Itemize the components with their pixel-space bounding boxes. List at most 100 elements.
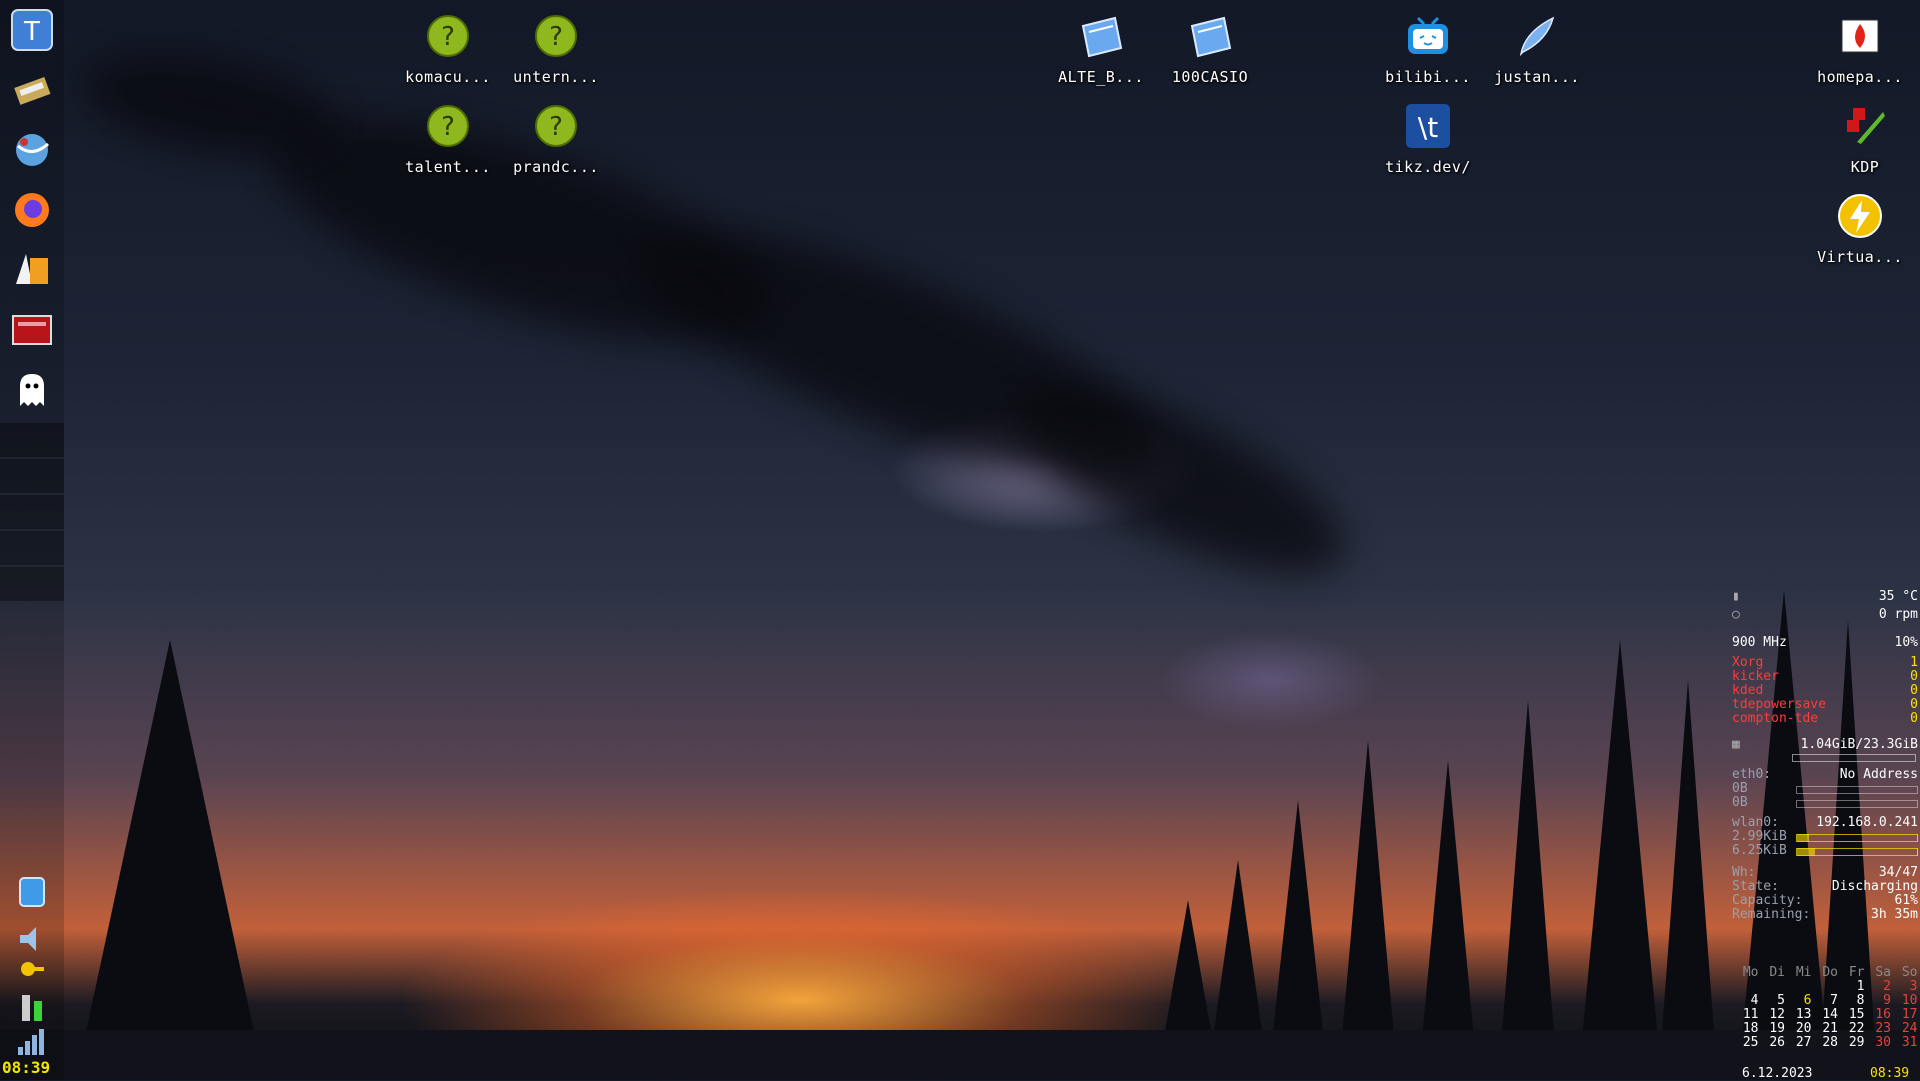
process-row: kded 0 [1732, 683, 1918, 698]
desktop-icon-label: untern... [513, 68, 599, 86]
panel-clock[interactable]: 08:39 [2, 1058, 50, 1077]
cpu-load: 10% [1894, 635, 1918, 650]
folder-icon [1184, 10, 1236, 62]
trash-icon[interactable] [8, 866, 56, 914]
desktop-icon-label: prandc... [513, 158, 599, 176]
eth0-label: eth0: [1732, 767, 1772, 782]
pager-desktop-5[interactable] [0, 566, 64, 601]
fan-row: ○ 0 rpm [1732, 608, 1918, 622]
desktop-icon-label: KDP [1850, 158, 1880, 176]
calendar-week: 11 12 13 14 15 16 17 [1742, 1007, 1918, 1022]
svg-text:?: ? [549, 22, 563, 52]
desktop-icon-label: ALTE_B... [1058, 68, 1144, 86]
temperature-value: 35 °C [1878, 589, 1918, 604]
cpu-frequency: 900 MHz [1732, 635, 1787, 650]
battery-remaining-row: Remaining: 3h 35m [1732, 907, 1918, 922]
svg-text:T: T [23, 17, 40, 47]
wlan0-label: wlan0: [1732, 815, 1779, 830]
thermometer-icon: ▮ [1732, 589, 1740, 604]
current-time: 08:39 [1870, 1066, 1910, 1081]
memory-value: 1.04GiB/23.3GiB [1800, 737, 1918, 752]
memory-row: ▦ 1.04GiB/23.3GiB [1732, 738, 1918, 752]
tde-menu-icon[interactable]: T [8, 6, 56, 54]
wlan0-up-row: 2.99KiB [1732, 830, 1918, 844]
eth0-down-row: 0B [1732, 796, 1918, 810]
pager-desktop-2[interactable] [0, 458, 64, 493]
tree-silhouettes [0, 460, 1920, 1080]
desktop-icon-tikz[interactable]: \t tikz.dev/ [1378, 100, 1478, 176]
wlan0-down-row: 6.25KiB [1732, 844, 1918, 858]
battery-capacity-row: Capacity: 61% [1732, 893, 1918, 908]
battery-icon[interactable] [8, 990, 56, 1024]
desktop-icon-homepage[interactable]: homepa... [1810, 10, 1910, 86]
battery-state-row: State: Discharging [1732, 879, 1918, 894]
desktop-icon-komacu[interactable]: ? komacu... [398, 10, 498, 86]
svg-text:?: ? [441, 112, 455, 142]
tikz-icon: \t [1402, 100, 1454, 152]
desktop-icon-prandc[interactable]: ? prandc... [506, 100, 606, 176]
pager-desktop-3[interactable] [0, 494, 64, 529]
pager-desktop-4[interactable] [0, 530, 64, 565]
office-icon[interactable] [8, 246, 56, 294]
desktop-icon-label: bilibi... [1385, 68, 1471, 86]
network-signal-icon[interactable] [8, 1024, 56, 1058]
desktop-icon-alte-b[interactable]: ALTE_B... [1051, 10, 1151, 86]
calendar-widget: Mo Di Mi Do Fr Sa So 123 4 5 6 7 8 9 10 11 12 13 14 15 16… [1732, 966, 1918, 1050]
wlan0-row: wlan0: 192.168.0.241 [1732, 816, 1918, 830]
desktop-icon-untern[interactable]: ? untern... [506, 10, 606, 86]
desktop-icon-talent[interactable]: ? talent... [398, 100, 498, 176]
desktop-icon-kdp[interactable]: KDP [1815, 100, 1915, 176]
desktop-icon-label: talent... [405, 158, 491, 176]
system-monitor-widget: ▮ 35 °C ○ 0 rpm 900 MHz 10% Xorg 1 kicker… [1732, 590, 1918, 922]
lightning-icon [1834, 190, 1886, 242]
calendar-week: 123 [1856, 979, 1918, 994]
left-panel: T 08:39 [0, 0, 64, 1080]
fan-icon: ○ [1732, 607, 1740, 622]
feather-icon [1511, 10, 1563, 62]
process-row: compton-tde 0 [1732, 711, 1918, 726]
calendar-week: 25 26 27 28 29 30 31 [1742, 1035, 1918, 1050]
desktop-icon-label: justan... [1494, 68, 1580, 86]
unknown-file-icon: ? [530, 10, 582, 62]
web-browser-icon[interactable] [8, 126, 56, 174]
key-icon[interactable] [8, 958, 56, 980]
cpu-row: 900 MHz 10% [1732, 636, 1918, 650]
kdp-icon [1839, 100, 1891, 152]
eth0-row: eth0: No Address [1732, 768, 1918, 782]
temperature-row: ▮ 35 °C [1732, 590, 1918, 604]
process-row: tdepowersave 0 [1732, 697, 1918, 712]
unknown-file-icon: ? [422, 100, 474, 152]
eth0-address: No Address [1839, 767, 1918, 782]
svg-text:\t: \t [1418, 111, 1438, 144]
process-list: Xorg 1 kicker 0 kded 0 tdepowersave 0 compto… [1732, 656, 1918, 726]
desktop-icon-100casio[interactable]: 100CASIO [1160, 10, 1260, 86]
pager-desktop-1[interactable] [0, 422, 64, 457]
fan-value: 0 rpm [1878, 607, 1918, 622]
memory-bar [1732, 752, 1918, 762]
ghost-icon[interactable] [8, 366, 56, 414]
desktop-icon-label: komacu... [405, 68, 491, 86]
svg-text:?: ? [549, 112, 563, 142]
firefox-icon[interactable] [8, 186, 56, 234]
battery-wh-row: Wh: 34/47 [1732, 865, 1918, 880]
calendar-week: 18 19 20 21 22 23 24 [1742, 1021, 1918, 1036]
svg-text:?: ? [441, 22, 455, 52]
terminal-icon[interactable] [8, 306, 56, 354]
bilibili-icon [1402, 10, 1454, 62]
wlan0-address: 192.168.0.241 [1816, 815, 1918, 830]
desktop-icon-label: Virtua... [1817, 248, 1903, 266]
calendar-week: 4 5 6 7 8 9 10 [1750, 993, 1918, 1008]
unknown-file-icon: ? [422, 10, 474, 62]
eth0-up-row: 0B [1732, 782, 1918, 796]
package-manager-icon[interactable] [8, 66, 56, 114]
flame-icon [1834, 10, 1886, 62]
process-row: kicker 0 [1732, 669, 1918, 684]
desktop-icon-virtua[interactable]: Virtua... [1810, 190, 1910, 266]
desktop-icon-label: homepa... [1817, 68, 1903, 86]
desktop-icon-bilibili[interactable]: bilibi... [1378, 10, 1478, 86]
desktop-icon-justan[interactable]: justan... [1487, 10, 1587, 86]
current-date: 6.12.2023 [1742, 1066, 1813, 1081]
calendar-today: 6 [1803, 993, 1812, 1008]
memory-chip-icon: ▦ [1732, 737, 1740, 752]
desktop-icon-label: tikz.dev/ [1385, 158, 1471, 176]
